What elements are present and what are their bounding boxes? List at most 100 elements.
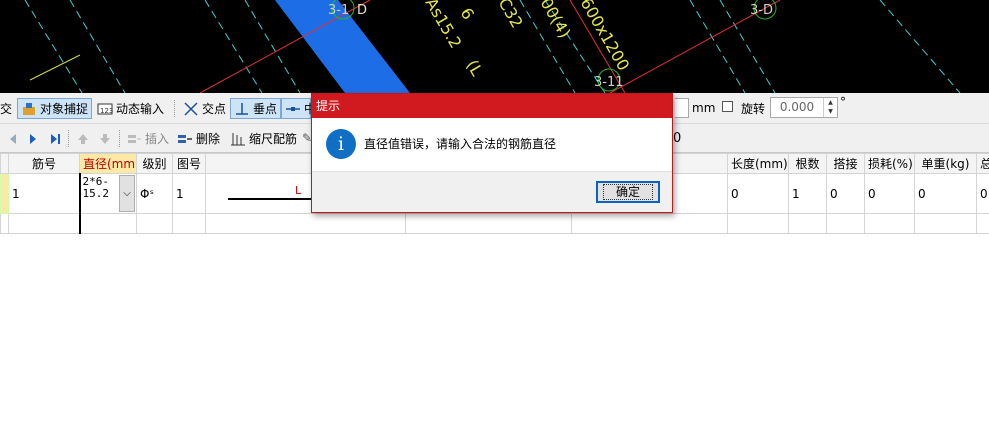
dialog-footer: 确定: [312, 171, 672, 212]
cad-line: [689, 0, 746, 93]
dynamic-input-icon: 123: [97, 101, 113, 117]
offset-input-edge[interactable]: [675, 98, 689, 118]
next-button[interactable]: [22, 128, 44, 149]
last-button[interactable]: [44, 128, 66, 149]
row-selector-header: [0, 153, 9, 174]
intersection-label: 交点: [202, 102, 227, 116]
ortho-label: 正交: [0, 101, 13, 116]
dynamic-input-button[interactable]: 123 动态输入: [94, 98, 167, 119]
cell-shape-no[interactable]: 1: [172, 173, 206, 214]
perpendicular-icon: [234, 101, 250, 117]
delete-button[interactable]: 删除: [174, 128, 223, 149]
cad-label: D: [357, 3, 367, 18]
cad-label: As15.2: [422, 0, 466, 52]
header-length[interactable]: 长度(mm): [727, 153, 789, 174]
move-up-button[interactable]: [72, 128, 94, 149]
midpoint-icon: [285, 101, 301, 117]
cell-count[interactable]: 1: [788, 173, 827, 214]
degree-label: °: [840, 95, 846, 109]
object-snap-button[interactable]: 对象捕捉: [17, 98, 93, 119]
move-down-button[interactable]: [94, 128, 116, 149]
mm-unit-label: mm: [692, 101, 716, 115]
header-lap[interactable]: 搭接: [826, 153, 865, 174]
empty-cell[interactable]: [826, 213, 865, 234]
cad-label: 00(4): [537, 0, 575, 41]
intersection-icon: [183, 101, 199, 117]
header-unit-weight[interactable]: 单重(kg): [914, 153, 977, 174]
partial-zero-label: 0: [673, 130, 682, 146]
cell-diameter-editor[interactable]: 2*6- 15.2 ⌵: [78, 173, 137, 214]
scale-rebar-button[interactable]: 缩尺配筋: [227, 128, 300, 149]
rotate-spinbox[interactable]: 0.000 ▲ ▼: [770, 97, 838, 118]
header-count[interactable]: 根数: [788, 153, 827, 174]
header-grade[interactable]: 级别: [136, 153, 173, 174]
empty-cell[interactable]: [136, 213, 173, 234]
rotate-checkbox[interactable]: [722, 101, 733, 112]
cad-label: (L: [463, 57, 487, 80]
cad-line: [879, 0, 961, 93]
cad-label: 3-1: [328, 3, 349, 18]
alert-dialog: 提示 i 直径值错误，请输入合法的钢筋直径 确定: [311, 93, 673, 213]
cad-label: C32: [495, 0, 527, 31]
row-selector[interactable]: [0, 213, 9, 234]
empty-cell[interactable]: [864, 213, 915, 234]
ok-button-label: 确定: [602, 184, 653, 200]
rotate-label: 旋转: [741, 101, 766, 116]
diameter-input-text[interactable]: 2*6- 15.2: [83, 176, 110, 200]
row-selector[interactable]: [0, 173, 9, 214]
toolbar-separator: [68, 130, 70, 147]
header-shape-no[interactable]: 图号: [172, 153, 206, 174]
perpendicular-button[interactable]: 垂点: [230, 98, 282, 119]
cell-total[interactable]: 0: [976, 173, 989, 214]
empty-cell[interactable]: [205, 213, 406, 234]
cad-line: [69, 0, 126, 93]
scale-rebar-label: 缩尺配筋: [249, 132, 298, 146]
insert-label: 插入: [145, 132, 170, 146]
midpoint-button[interactable]: 中: [281, 98, 316, 119]
insert-button[interactable]: 插入: [123, 128, 172, 149]
spin-arrows[interactable]: ▲ ▼: [823, 98, 837, 117]
cad-label: 6: [457, 5, 479, 23]
cad-label: 600x1200: [577, 0, 634, 74]
header-diameter[interactable]: 直径(mm): [79, 153, 137, 174]
cell-lap[interactable]: 0: [826, 173, 865, 214]
header-total[interactable]: 总: [976, 153, 989, 174]
table-row[interactable]: [0, 213, 989, 234]
header-loss[interactable]: 损耗(%): [864, 153, 915, 174]
cell-unit-weight[interactable]: 0: [914, 173, 977, 214]
empty-cell[interactable]: [8, 213, 80, 234]
toolbar-separator: [119, 130, 121, 147]
next-arrow-icon: [25, 131, 41, 147]
cad-canvas[interactable]: 3-1 D 6 C32 As15.2 (L 00(4) 600x1200 3-D…: [0, 0, 989, 93]
prev-button[interactable]: [2, 128, 24, 149]
cad-line: [24, 0, 83, 93]
empty-cell[interactable]: [172, 213, 206, 234]
chevron-down-icon[interactable]: ⌵: [119, 175, 135, 212]
cell-bar-no[interactable]: 1: [8, 173, 80, 214]
intersection-button[interactable]: 交点: [180, 98, 229, 119]
info-icon: i: [326, 129, 356, 159]
dynamic-input-label: 动态输入: [116, 102, 165, 116]
snap-icon: [21, 101, 37, 117]
empty-cell[interactable]: [78, 213, 137, 234]
delete-label: 删除: [196, 132, 221, 146]
cad-line: [29, 54, 81, 81]
empty-cell[interactable]: [571, 213, 728, 234]
dialog-title[interactable]: 提示: [312, 94, 672, 118]
empty-cell[interactable]: [727, 213, 789, 234]
empty-cell[interactable]: [405, 213, 572, 234]
cad-drawing: 3-1 D 6 C32 As15.2 (L 00(4) 600x1200 3-D…: [24, 0, 961, 93]
cell-grade[interactable]: Φˢ: [136, 173, 173, 214]
header-bar-no[interactable]: 筋号: [8, 153, 80, 174]
empty-cell[interactable]: [976, 213, 989, 234]
cell-length[interactable]: 0: [727, 173, 789, 214]
prev-arrow-icon: [5, 131, 21, 147]
perpendicular-label: 垂点: [253, 102, 278, 116]
ortho-button[interactable]: 正交: [0, 93, 12, 123]
cell-loss[interactable]: 0: [864, 173, 915, 214]
ok-button[interactable]: 确定: [596, 181, 660, 203]
empty-cell[interactable]: [914, 213, 977, 234]
empty-cell[interactable]: [788, 213, 827, 234]
rotate-value: 0.000: [779, 100, 815, 114]
shape-label: L: [295, 184, 302, 197]
